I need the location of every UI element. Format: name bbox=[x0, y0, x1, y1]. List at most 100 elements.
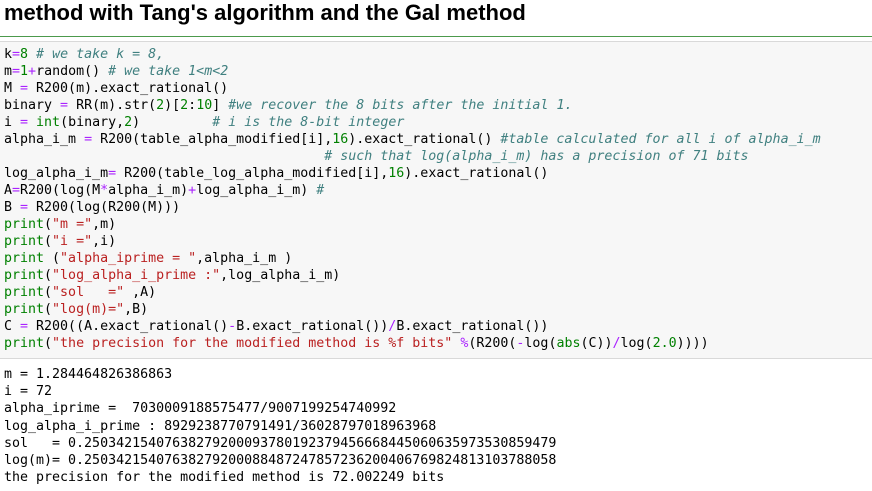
code-token: / bbox=[612, 336, 621, 351]
code-token: int bbox=[36, 115, 61, 130]
code-token: R200((A.exact_rational() bbox=[28, 319, 229, 334]
code-token: R200(m).exact_rational() bbox=[28, 81, 229, 96]
code-token: "log_alpha_i_prime :" bbox=[52, 268, 221, 283]
code-token: # bbox=[316, 183, 325, 198]
code-token: k bbox=[4, 47, 13, 62]
code-line: A=R200(log(M*alpha_i_m)+log_alpha_i_m) # bbox=[4, 182, 821, 199]
code-token: = bbox=[12, 47, 21, 62]
code-line: k=8 # we take k = 8, bbox=[4, 46, 821, 63]
code-token: ( bbox=[44, 302, 53, 317]
code-token: ] bbox=[212, 98, 229, 113]
code-token: i bbox=[4, 115, 21, 130]
code-token: 2.0 bbox=[652, 336, 677, 351]
code-token: print bbox=[4, 268, 45, 283]
code-token: R200(log(M bbox=[20, 183, 101, 198]
code-editor[interactable]: k=8 # we take k = 8, m=1+random() # we ta… bbox=[4, 46, 821, 352]
code-token: = bbox=[20, 81, 29, 96]
code-token: ( bbox=[44, 234, 53, 249]
code-cell[interactable]: k=8 # we take k = 8, m=1+random() # we ta… bbox=[0, 41, 872, 359]
code-token: )))) bbox=[676, 336, 709, 351]
code-token: ,B) bbox=[124, 302, 149, 317]
code-line: print("m =",m) bbox=[4, 216, 821, 233]
output-line: i = 72 bbox=[4, 384, 53, 400]
code-line: alpha_i_m = R200(table_alpha_modified[i]… bbox=[4, 131, 821, 148]
code-token: ,alpha_i_m ) bbox=[196, 251, 293, 266]
code-token: ).exact_rational() bbox=[404, 166, 549, 181]
code-token: )[ bbox=[164, 98, 181, 113]
code-line: log_alpha_i_m= R200(table_log_alpha_modi… bbox=[4, 165, 821, 182]
code-token: log_alpha_i_m bbox=[4, 166, 109, 181]
code-token: log( bbox=[620, 336, 653, 351]
code-token: alpha_i_m) bbox=[108, 183, 189, 198]
code-token: = bbox=[20, 200, 29, 215]
code-token: "sol =" bbox=[52, 285, 125, 300]
output-line: sol = 0.25034215407638279200093780192379… bbox=[4, 435, 557, 451]
code-token: = bbox=[12, 64, 21, 79]
code-token: ( bbox=[44, 217, 53, 232]
code-token: (binary, bbox=[60, 115, 125, 130]
code-token: = bbox=[60, 98, 69, 113]
code-token: ,log_alpha_i_m) bbox=[220, 268, 341, 283]
code-token: 8 bbox=[20, 47, 29, 62]
code-line: M = R200(m).exact_rational() bbox=[4, 80, 821, 97]
code-token: (C)) bbox=[580, 336, 613, 351]
code-token: "m =" bbox=[52, 217, 93, 232]
code-token: # we take k = 8, bbox=[28, 47, 165, 62]
code-line: print("log(m)=",B) bbox=[4, 301, 821, 318]
code-line: print ("alpha_iprime = ",alpha_i_m ) bbox=[4, 250, 821, 267]
code-token: ).exact_rational() bbox=[348, 132, 501, 147]
output-line: log(m)= 0.250342154076382792000884872478… bbox=[4, 452, 557, 468]
code-token: m bbox=[4, 64, 13, 79]
code-token: * bbox=[100, 183, 109, 198]
code-token: "log(m)=" bbox=[52, 302, 125, 317]
cell-output: m = 1.284464826386863 i = 72 alpha_iprime … bbox=[4, 366, 556, 486]
code-token: alpha_i_m bbox=[4, 132, 85, 147]
code-line: C = R200((A.exact_rational()-B.exact_rat… bbox=[4, 318, 821, 335]
code-token: "alpha_iprime = " bbox=[60, 251, 197, 266]
code-token: ,i) bbox=[92, 234, 117, 249]
code-token: # i is the 8-bit integer bbox=[212, 115, 405, 130]
code-token: R200(log(R200(M))) bbox=[28, 200, 181, 215]
code-token: + bbox=[28, 64, 37, 79]
code-token: 16 bbox=[332, 132, 349, 147]
code-token: #we recover the 8 bits after the initial… bbox=[228, 98, 573, 113]
code-token: = bbox=[12, 183, 21, 198]
code-token: "i =" bbox=[52, 234, 93, 249]
code-token: random() bbox=[36, 64, 109, 79]
code-token: print bbox=[4, 234, 45, 249]
code-token: R200(table_alpha_modified[i], bbox=[92, 132, 333, 147]
code-token: = bbox=[20, 115, 29, 130]
section-divider bbox=[0, 36, 872, 37]
code-token: B.exact_rational()) bbox=[236, 319, 389, 334]
output-line: the precision for the modified method is… bbox=[4, 470, 445, 486]
code-token: R200(table_log_alpha_modified[i], bbox=[116, 166, 389, 181]
code-token: RR(m).str( bbox=[68, 98, 157, 113]
code-token: 2 bbox=[124, 115, 133, 130]
code-token: 16 bbox=[388, 166, 405, 181]
code-token: ( bbox=[44, 336, 53, 351]
code-token: "the precision for the modified method i… bbox=[52, 336, 453, 351]
code-token: 1 bbox=[20, 64, 29, 79]
code-token: = bbox=[84, 132, 93, 147]
code-line: # such that log(alpha_i_m) has a precisi… bbox=[4, 148, 821, 165]
code-line: print("i =",i) bbox=[4, 233, 821, 250]
code-token: A bbox=[4, 183, 13, 198]
code-line: print("the precision for the modified me… bbox=[4, 335, 821, 352]
code-token: print bbox=[4, 251, 45, 266]
code-token: log_alpha_i_m) bbox=[196, 183, 317, 198]
code-token: + bbox=[188, 183, 197, 198]
code-token: M bbox=[4, 81, 21, 96]
code-token: ( bbox=[44, 285, 53, 300]
code-token: C bbox=[4, 319, 21, 334]
page-title: method with Tang's algorithm and the Gal… bbox=[4, 0, 526, 25]
output-line: log_alpha_i_prime : 8929238770791491/360… bbox=[4, 418, 437, 434]
code-token: B bbox=[4, 200, 21, 215]
code-token: ( bbox=[44, 251, 61, 266]
code-token: ) bbox=[132, 115, 213, 130]
code-line: m=1+random() # we take 1<m<2 bbox=[4, 63, 821, 80]
code-token: print bbox=[4, 285, 45, 300]
code-token: # such that log(alpha_i_m) has a precisi… bbox=[324, 149, 749, 164]
code-token: #table calculated for all i of alpha_i_m bbox=[500, 132, 821, 147]
